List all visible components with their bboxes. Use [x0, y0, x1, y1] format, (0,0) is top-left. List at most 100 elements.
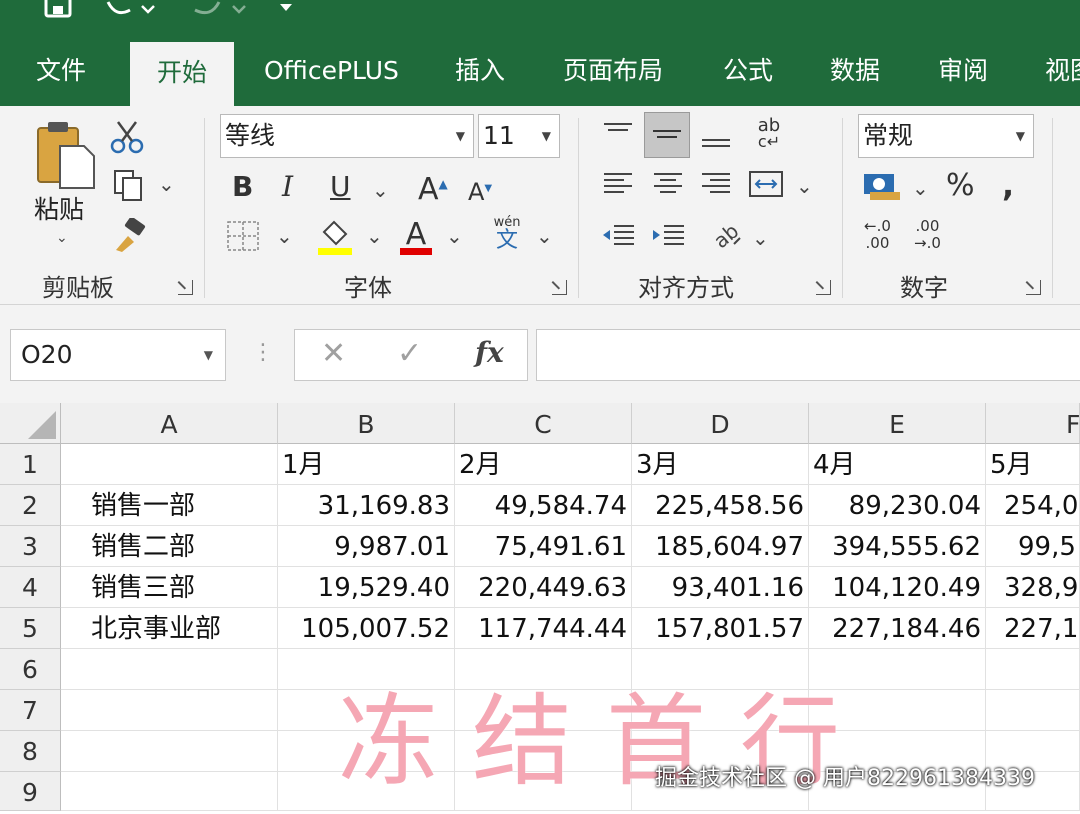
- tab-formulas[interactable]: 公式: [723, 40, 773, 106]
- increase-decimal-icon[interactable]: ←.0.00: [864, 218, 891, 252]
- tab-insert[interactable]: 插入: [455, 40, 505, 106]
- splitter-handle-icon[interactable]: ⋮: [252, 340, 274, 365]
- tab-data[interactable]: 数据: [830, 40, 880, 106]
- chevron-down-icon[interactable]: ⌄: [536, 224, 553, 248]
- row-header-6[interactable]: 6: [0, 649, 61, 690]
- column-header-a[interactable]: A: [61, 403, 278, 444]
- align-right-icon[interactable]: [698, 168, 734, 200]
- cell[interactable]: 225,458.56: [632, 485, 809, 526]
- column-header-f[interactable]: F: [986, 403, 1080, 444]
- column-header-d[interactable]: D: [632, 403, 809, 444]
- chevron-down-icon[interactable]: ⌄: [276, 224, 293, 248]
- row-header-1[interactable]: 1: [0, 444, 61, 485]
- cell[interactable]: 394,555.62: [809, 526, 986, 567]
- italic-icon[interactable]: I: [282, 170, 293, 203]
- cell[interactable]: [61, 690, 278, 731]
- cell[interactable]: 49,584.74: [455, 485, 632, 526]
- cell[interactable]: 销售三部: [61, 567, 278, 608]
- orientation-icon[interactable]: ab: [708, 219, 744, 253]
- align-left-icon[interactable]: [600, 168, 636, 200]
- number-format-combo[interactable]: 常规 ▼: [858, 114, 1034, 158]
- cell[interactable]: [61, 649, 278, 690]
- paste-label[interactable]: 粘贴: [34, 190, 84, 226]
- row-header-8[interactable]: 8: [0, 731, 61, 772]
- chevron-down-icon[interactable]: ⌄: [446, 224, 463, 248]
- decrease-indent-icon[interactable]: [600, 220, 636, 252]
- column-header-b[interactable]: B: [278, 403, 455, 444]
- column-header-e[interactable]: E: [809, 403, 986, 444]
- customize-icon[interactable]: [278, 0, 294, 18]
- cell[interactable]: 2月: [455, 444, 632, 485]
- cell[interactable]: 89,230.04: [809, 485, 986, 526]
- font-name-combo[interactable]: 等线 ▼: [220, 114, 474, 158]
- cell[interactable]: 9,987.01: [278, 526, 455, 567]
- tab-view[interactable]: 视图: [1045, 40, 1080, 106]
- font-launcher-icon[interactable]: [552, 280, 567, 295]
- cell[interactable]: 5月: [986, 444, 1080, 485]
- row-header-5[interactable]: 5: [0, 608, 61, 649]
- enter-icon[interactable]: ✓: [397, 336, 422, 371]
- tab-file[interactable]: 文件: [36, 40, 86, 106]
- chevron-down-icon[interactable]: ⌄: [56, 230, 68, 246]
- chevron-down-icon[interactable]: ⌄: [158, 172, 175, 196]
- bold-icon[interactable]: B: [232, 170, 253, 203]
- cell[interactable]: [986, 690, 1080, 731]
- decrease-decimal-icon[interactable]: .00 →.0: [914, 218, 941, 252]
- number-launcher-icon[interactable]: [1026, 280, 1041, 295]
- chevron-down-icon[interactable]: ⌄: [366, 224, 383, 248]
- chevron-down-icon[interactable]: ⌄: [752, 226, 769, 250]
- font-size-combo[interactable]: 11 ▼: [478, 114, 560, 158]
- redo-icon[interactable]: [185, 0, 255, 18]
- cell[interactable]: 117,744.44: [455, 608, 632, 649]
- insert-function-icon[interactable]: fx: [475, 336, 504, 369]
- borders-icon[interactable]: [226, 220, 260, 252]
- cell[interactable]: 1月: [278, 444, 455, 485]
- shrink-font-icon[interactable]: A▼: [468, 178, 492, 206]
- row-header-9[interactable]: 9: [0, 772, 61, 811]
- align-bottom-icon[interactable]: [698, 118, 734, 152]
- cell[interactable]: 75,491.61: [455, 526, 632, 567]
- underline-icon[interactable]: U: [330, 170, 351, 203]
- cell[interactable]: 227,184.46: [809, 608, 986, 649]
- paste-icon[interactable]: [34, 120, 96, 190]
- cell[interactable]: [61, 444, 278, 485]
- select-all-button[interactable]: [0, 403, 61, 444]
- align-middle-icon[interactable]: [644, 112, 690, 158]
- row-header-4[interactable]: 4: [0, 567, 61, 608]
- chevron-down-icon[interactable]: ⌄: [912, 176, 929, 200]
- cut-icon[interactable]: [110, 120, 146, 154]
- cell[interactable]: 104,120.49: [809, 567, 986, 608]
- cell[interactable]: 328,9: [986, 567, 1080, 608]
- cell[interactable]: 31,169.83: [278, 485, 455, 526]
- cell[interactable]: [61, 731, 278, 772]
- column-header-c[interactable]: C: [455, 403, 632, 444]
- cell[interactable]: [61, 772, 278, 811]
- name-box[interactable]: O20 ▼: [10, 329, 226, 381]
- alignment-launcher-icon[interactable]: [816, 280, 831, 295]
- tab-home[interactable]: 开始: [130, 42, 234, 106]
- font-color-icon[interactable]: A: [398, 216, 434, 256]
- chevron-down-icon[interactable]: ⌄: [372, 178, 389, 202]
- cell[interactable]: 157,801.57: [632, 608, 809, 649]
- fill-color-icon[interactable]: [316, 216, 354, 256]
- row-header-7[interactable]: 7: [0, 690, 61, 731]
- percent-style-icon[interactable]: %: [946, 168, 975, 203]
- cell[interactable]: 227,1: [986, 608, 1080, 649]
- cell[interactable]: 销售一部: [61, 485, 278, 526]
- formula-input[interactable]: [536, 329, 1080, 381]
- increase-indent-icon[interactable]: [650, 220, 686, 252]
- cell[interactable]: 220,449.63: [455, 567, 632, 608]
- format-painter-icon[interactable]: [112, 216, 148, 254]
- tab-review[interactable]: 审阅: [938, 40, 988, 106]
- cell[interactable]: [986, 649, 1080, 690]
- cell[interactable]: 99,5: [986, 526, 1080, 567]
- cell[interactable]: 105,007.52: [278, 608, 455, 649]
- cell[interactable]: 185,604.97: [632, 526, 809, 567]
- chevron-down-icon[interactable]: ⌄: [796, 174, 813, 198]
- comma-style-icon[interactable]: ,: [1002, 166, 1014, 204]
- wrap-text-icon[interactable]: ab c↵: [752, 117, 786, 150]
- align-top-icon[interactable]: [600, 118, 636, 150]
- tab-officeplus[interactable]: OfficePLUS: [264, 40, 399, 106]
- align-center-icon[interactable]: [650, 168, 686, 200]
- cell[interactable]: 销售二部: [61, 526, 278, 567]
